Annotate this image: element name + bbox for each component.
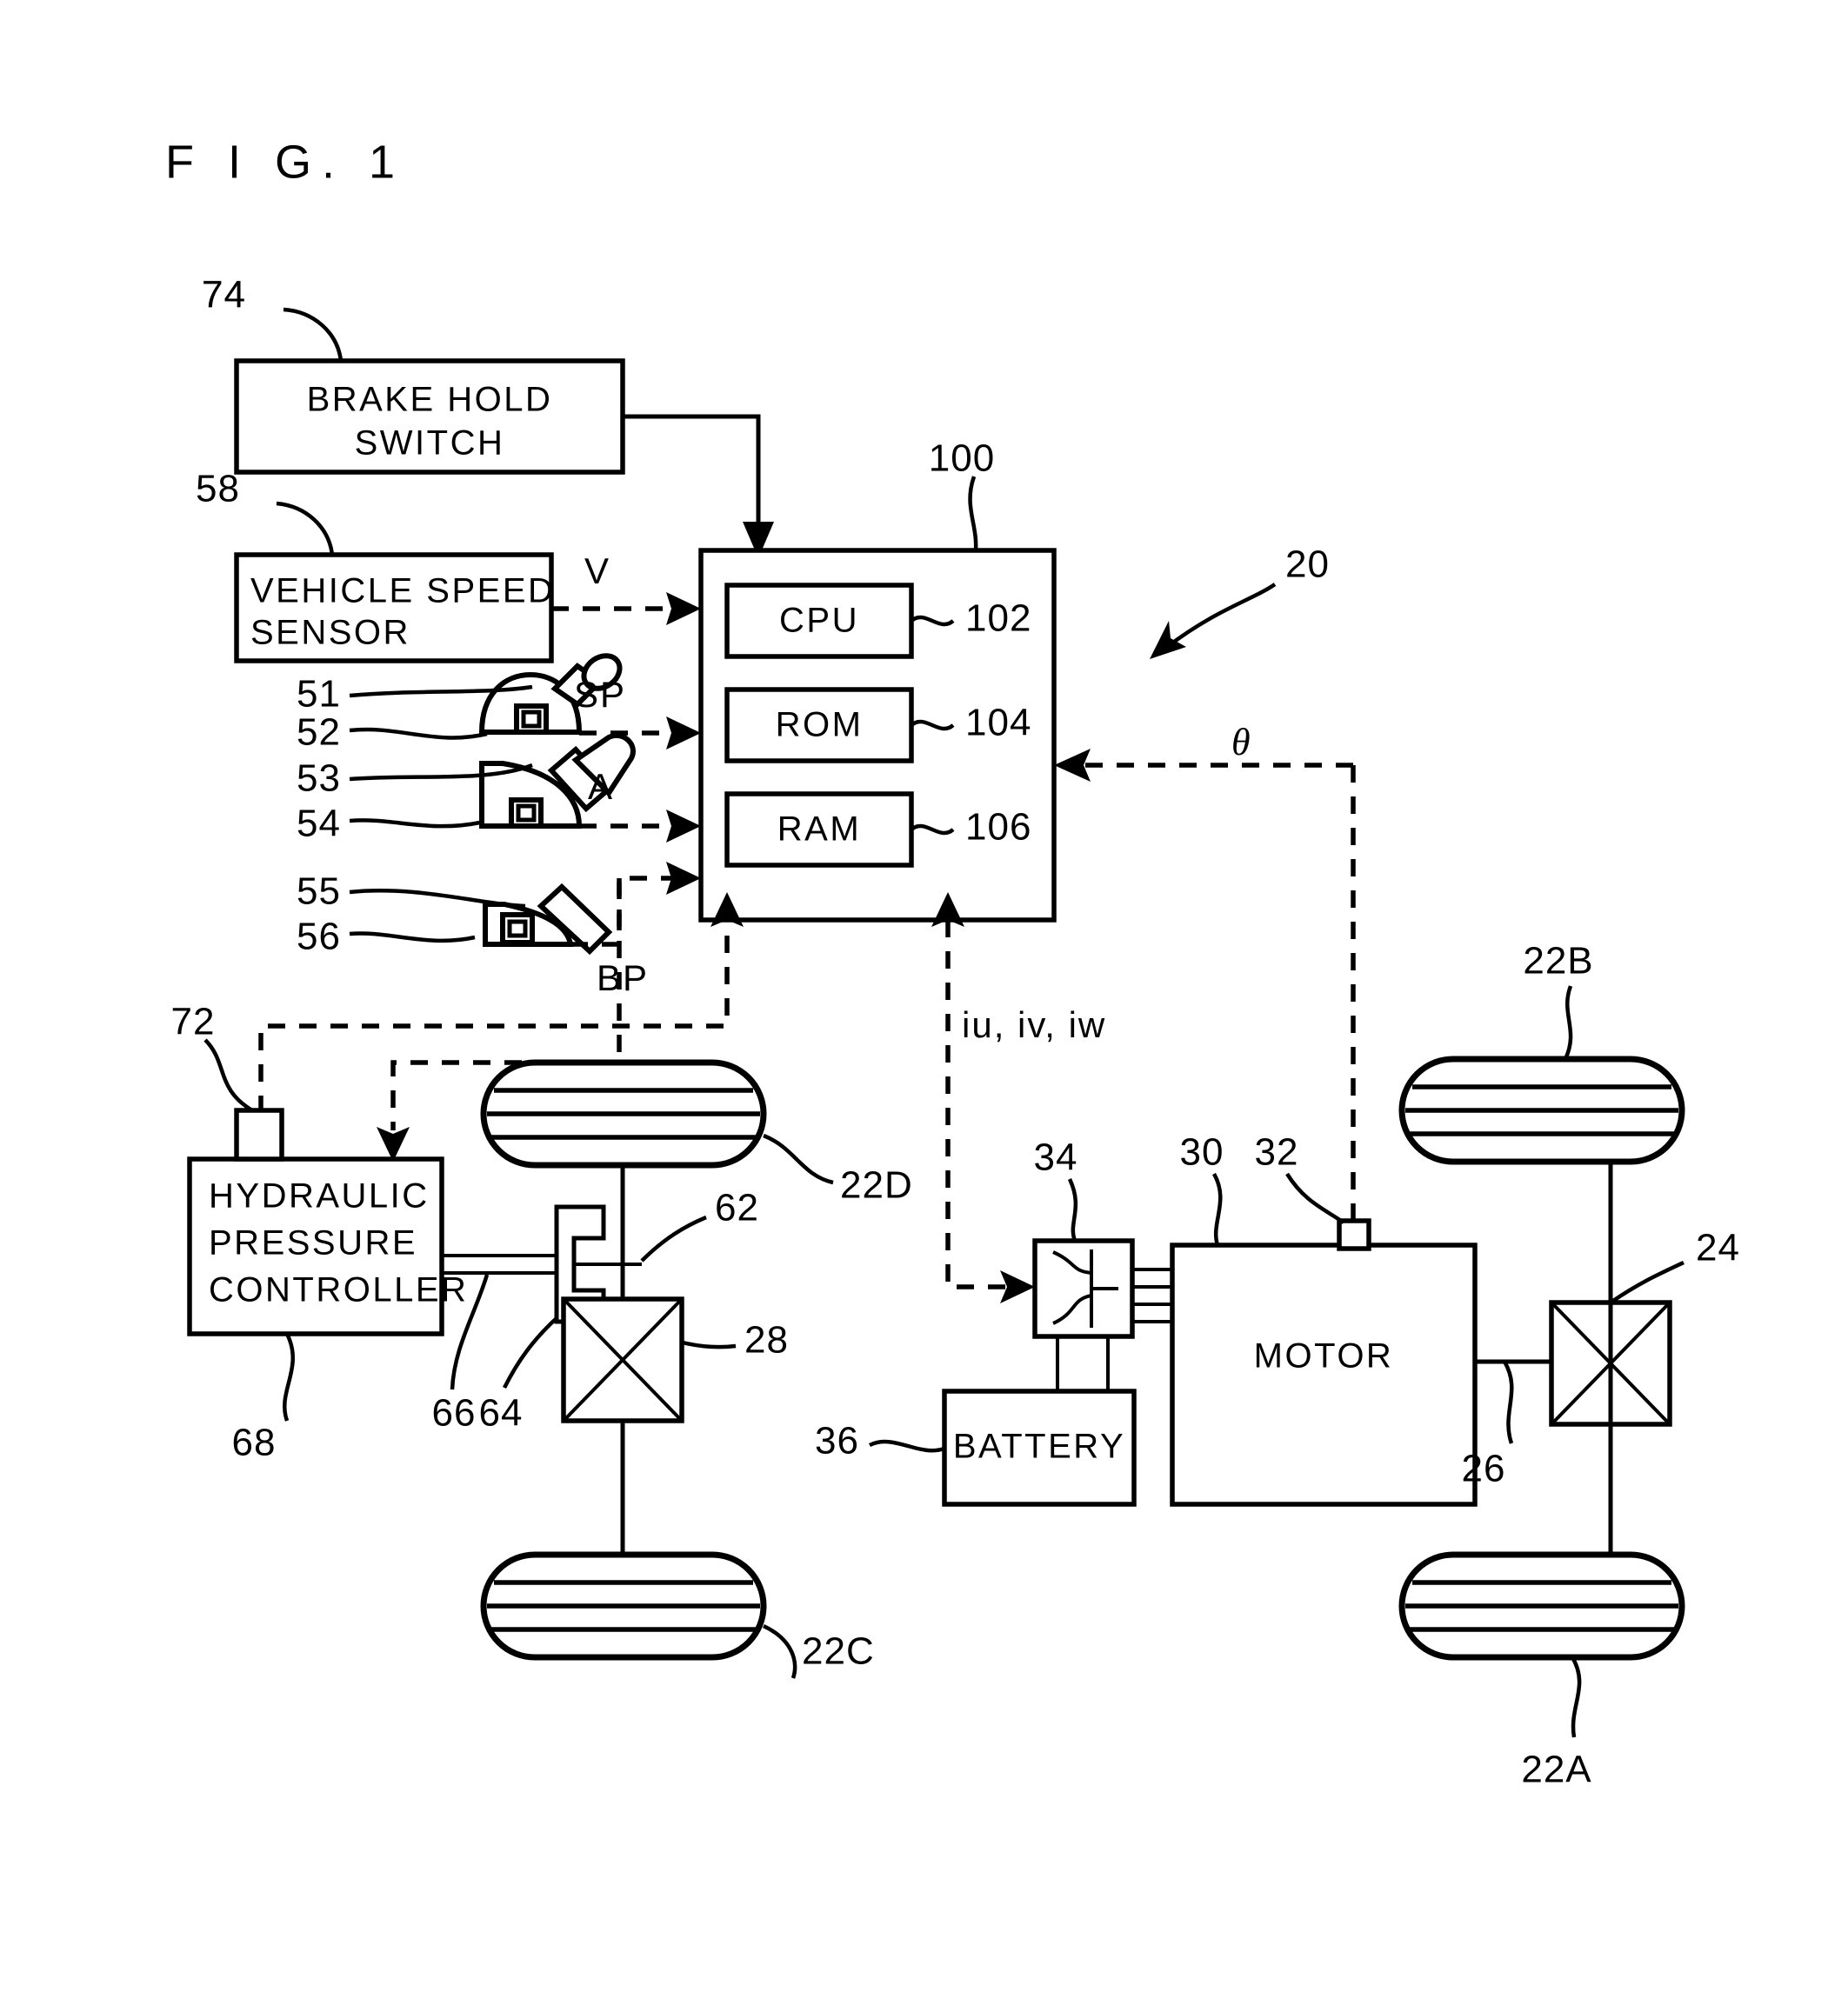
brake-hold-switch-label-line2: SWITCH	[355, 424, 505, 463]
lead-line-22C	[763, 1623, 797, 1679]
ref-100: 100	[929, 437, 995, 480]
ref-22A: 22A	[1521, 1749, 1591, 1791]
ref-22B: 22B	[1523, 940, 1593, 983]
lead-line-24	[1609, 1260, 1685, 1304]
arrowhead-brake-pedal	[666, 862, 701, 895]
ref-24: 24	[1696, 1227, 1740, 1269]
ref-74-text: 74	[202, 274, 246, 317]
signal-label-shift-position: SP	[574, 674, 626, 715]
ref-20: 20	[1285, 543, 1330, 586]
ref-56: 56	[297, 916, 341, 958]
ref-52: 52	[297, 711, 341, 754]
inverter-battery-wires	[1056, 1336, 1110, 1391]
lead-line-32	[1285, 1172, 1345, 1224]
ref-72: 72	[171, 1001, 216, 1043]
vehicle-speed-sensor-label-line2: SENSOR	[250, 614, 410, 652]
lead-line-56	[349, 931, 476, 943]
motor-label: MOTOR	[1254, 1337, 1394, 1376]
lead-line-22A	[1571, 1656, 1582, 1738]
vehicle-speed-sensor-label-line1: VEHICLE SPEED	[250, 572, 555, 610]
ref-34: 34	[1034, 1136, 1078, 1179]
battery-label: BATTERY	[953, 1428, 1125, 1466]
figure-title: F I G. 1	[165, 136, 405, 188]
ref-53: 53	[297, 757, 341, 800]
ref-22D: 22D	[840, 1164, 913, 1207]
ref-68: 68	[232, 1422, 277, 1464]
arrowhead-vehicle-speed	[666, 592, 701, 625]
ref-32: 32	[1255, 1131, 1299, 1174]
lead-line-30	[1212, 1172, 1223, 1246]
figure-canvas: F I G. 1 BRAKE HOLD SWITCH 74 74 VEHICLE…	[165, 136, 1740, 1791]
arrowhead-shift-position	[666, 716, 701, 750]
patent-figure: F I G. 1 BRAKE HOLD SWITCH 74 74 VEHICLE…	[0, 0, 1848, 1999]
lead-line-100	[968, 476, 978, 551]
resolver-body	[1337, 1218, 1371, 1251]
lead-line-26	[1503, 1360, 1514, 1444]
arrowhead-20	[1150, 621, 1186, 659]
lead-line-68	[282, 1332, 295, 1422]
ram-label: RAM	[777, 810, 861, 849]
lead-line-58	[276, 501, 335, 556]
ref-55: 55	[297, 870, 341, 913]
arrowhead-ecu-to-hydraulic-controller	[377, 1127, 410, 1162]
signal-label-brake-pedal: BP	[597, 957, 649, 998]
wire-brake-hold-switch-to-ecu	[623, 414, 761, 527]
brake-hold-switch-label-line1: BRAKE HOLD	[307, 381, 553, 419]
signal-label-resolver-angle: θ	[1231, 721, 1251, 763]
hydraulic-controller-label-line2: PRESSURE	[209, 1224, 417, 1263]
ref-64: 64	[479, 1392, 524, 1435]
ref-54: 54	[297, 803, 341, 845]
lead-line-36	[868, 1439, 945, 1453]
lead-line-64	[502, 1316, 558, 1389]
ref-106: 106	[965, 806, 1031, 849]
ref-66: 66	[432, 1392, 477, 1435]
signal-line-motor-currents	[945, 920, 1007, 1289]
signal-label-vehicle-speed: V	[584, 550, 610, 591]
ref-58: 58	[196, 468, 240, 510]
hydraulic-pressure-sensor-body	[234, 1108, 284, 1162]
lead-line-62	[640, 1215, 707, 1263]
lead-line-22D	[763, 1133, 834, 1185]
shift-position-sensor-inner	[521, 710, 542, 729]
lead-line-52	[349, 727, 488, 740]
lead-line-20	[1165, 583, 1277, 649]
lead-line-72	[203, 1038, 254, 1112]
lead-line-22B	[1563, 985, 1573, 1060]
hydraulic-controller-label-line3: CONTROLLER	[209, 1271, 468, 1309]
hydraulic-controller-label-line1: HYDRAULIC	[209, 1177, 430, 1216]
cpu-label: CPU	[779, 602, 859, 640]
arrowhead-resolver	[1054, 749, 1091, 782]
lead-line-54	[349, 818, 481, 829]
lead-line-55	[349, 889, 526, 909]
arrowhead-accelerator	[666, 810, 701, 843]
ref-30: 30	[1180, 1131, 1224, 1174]
ref-26: 26	[1462, 1448, 1506, 1490]
ref-22C: 22C	[802, 1630, 875, 1673]
rom-label: ROM	[776, 706, 864, 744]
ref-104: 104	[965, 702, 1031, 744]
signal-line-resolver-vertical	[1339, 765, 1356, 1237]
ref-28: 28	[744, 1319, 789, 1362]
brake-pedal-sensor-inner	[507, 919, 528, 938]
signal-label-motor-currents: iu, iv, iw	[962, 1004, 1106, 1045]
ref-51: 51	[297, 673, 341, 716]
accelerator-pedal-sensor-inner	[516, 803, 537, 823]
lead-line-34	[1067, 1178, 1078, 1242]
ref-62: 62	[715, 1187, 759, 1229]
signal-label-accelerator: A	[588, 766, 614, 807]
lead-line-74	[283, 307, 344, 362]
ref-102: 102	[965, 597, 1031, 640]
ref-36: 36	[815, 1420, 859, 1463]
